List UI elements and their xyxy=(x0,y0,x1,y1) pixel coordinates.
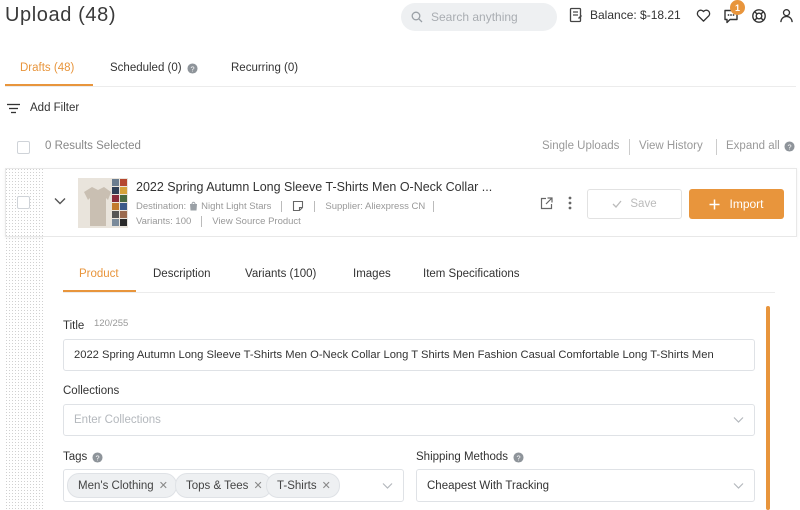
collections-select[interactable]: Enter Collections xyxy=(63,404,755,436)
expand-all-label: Expand all xyxy=(726,140,780,152)
add-filter-button[interactable]: Add Filter xyxy=(7,102,79,114)
title-input[interactable]: 2022 Spring Autumn Long Sleeve T-Shirts … xyxy=(63,339,755,371)
scrollbar-thumb[interactable] xyxy=(766,306,770,510)
divider xyxy=(629,139,630,155)
supplier-text: Supplier: Aliexpress CN xyxy=(325,200,426,212)
destination-store: Night Light Stars xyxy=(201,200,272,212)
note-icon[interactable] xyxy=(292,200,304,212)
more-options-icon[interactable] xyxy=(568,196,572,210)
filter-icon xyxy=(7,103,20,114)
svg-text:?: ? xyxy=(517,453,521,462)
close-icon[interactable]: ✕ xyxy=(322,479,331,492)
select-all-checkbox[interactable] xyxy=(17,141,30,154)
collections-label: Collections xyxy=(63,385,120,397)
title-char-count: 120/255 xyxy=(94,318,129,329)
external-link-icon[interactable] xyxy=(540,197,553,210)
user-icon[interactable] xyxy=(779,8,794,23)
svg-text:?: ? xyxy=(787,142,791,151)
svg-text:?: ? xyxy=(190,64,194,73)
shipping-label-row: Shipping Methods ? xyxy=(416,451,524,463)
help-icon[interactable]: ? xyxy=(513,451,524,463)
help-icon[interactable]: ? xyxy=(784,140,795,152)
tabs-divider xyxy=(5,86,796,87)
collections-placeholder: Enter Collections xyxy=(74,414,161,426)
view-history-link[interactable]: View History xyxy=(639,140,703,152)
product-checkbox[interactable] xyxy=(17,196,30,209)
shipping-method-value: Cheapest With Tracking xyxy=(427,479,550,492)
svg-text:?: ? xyxy=(96,453,100,462)
shopify-icon xyxy=(189,201,198,211)
tag-chip: T-Shirts ✕ xyxy=(266,473,340,498)
tab-recurring[interactable]: Recurring (0) xyxy=(231,62,298,74)
search-bar[interactable] xyxy=(401,3,557,31)
divider xyxy=(716,139,717,155)
expand-all-link[interactable]: Expand all ? xyxy=(726,140,795,152)
subtab-item-specifications[interactable]: Item Specifications xyxy=(423,268,520,280)
close-icon[interactable]: ✕ xyxy=(253,479,262,492)
balance-text: Balance: $-18.21 xyxy=(590,8,681,22)
search-icon xyxy=(411,11,423,23)
tab-scheduled[interactable]: Scheduled (0) ? xyxy=(110,62,198,74)
search-input[interactable] xyxy=(431,10,551,24)
help-icon[interactable]: ? xyxy=(187,62,198,74)
tab-drafts[interactable]: Drafts (48) xyxy=(20,62,74,74)
help-icon[interactable]: ? xyxy=(92,451,103,463)
page-title: Upload (48) xyxy=(5,4,117,26)
add-filter-label: Add Filter xyxy=(30,102,80,114)
tab-scheduled-label: Scheduled (0) xyxy=(110,62,182,74)
tag-chip: Tops & Tees ✕ xyxy=(175,473,272,498)
subtab-images[interactable]: Images xyxy=(353,268,391,280)
drag-strip xyxy=(5,168,43,510)
save-label: Save xyxy=(630,198,657,210)
product-thumbnail[interactable] xyxy=(78,178,128,228)
tags-label: Tags xyxy=(63,451,88,463)
product-meta-row-2: Variants: 100 View Source Product xyxy=(136,216,301,227)
support-icon[interactable] xyxy=(751,8,767,24)
chevron-down-icon xyxy=(382,482,393,489)
subtab-description[interactable]: Description xyxy=(153,268,211,280)
subtab-product[interactable]: Product xyxy=(79,268,119,280)
subtab-variants[interactable]: Variants (100) xyxy=(245,268,316,280)
title-label: Title xyxy=(63,320,85,332)
notification-badge: 1 xyxy=(730,0,745,15)
chevron-down-icon[interactable] xyxy=(54,197,66,205)
chevron-down-icon xyxy=(733,417,744,424)
tag-label: T-Shirts xyxy=(277,479,317,492)
tag-label: Men's Clothing xyxy=(78,479,154,492)
divider xyxy=(433,200,435,212)
product-title[interactable]: 2022 Spring Autumn Long Sleeve T-Shirts … xyxy=(136,180,492,194)
import-label: Import xyxy=(729,197,764,211)
heart-icon[interactable] xyxy=(696,8,711,23)
tag-label: Tops & Tees xyxy=(186,479,249,492)
divider xyxy=(201,216,203,227)
close-icon[interactable]: ✕ xyxy=(159,479,168,492)
divider xyxy=(314,200,316,212)
chevron-down-icon xyxy=(733,482,744,489)
tags-label-row: Tags ? xyxy=(63,451,103,463)
save-button[interactable]: Save xyxy=(587,189,682,219)
wallet-icon xyxy=(568,7,584,23)
results-selected-text: 0 Results Selected xyxy=(45,140,141,152)
shipping-methods-select[interactable]: Cheapest With Tracking xyxy=(416,469,755,502)
product-meta-row: Destination: Night Light Stars Supplier:… xyxy=(136,200,435,212)
tag-chip: Men's Clothing ✕ xyxy=(67,473,177,498)
check-icon xyxy=(612,200,622,208)
view-source-link[interactable]: View Source Product xyxy=(212,216,301,227)
plus-icon xyxy=(709,199,720,210)
shipping-methods-label: Shipping Methods xyxy=(416,451,509,463)
subtabs-divider xyxy=(63,292,775,293)
variants-count: Variants: 100 xyxy=(136,216,192,227)
destination-label: Destination: xyxy=(136,200,187,212)
import-button[interactable]: Import xyxy=(689,189,784,219)
divider xyxy=(281,200,283,212)
single-uploads-link[interactable]: Single Uploads xyxy=(542,140,619,152)
balance-display[interactable]: Balance: $-18.21 xyxy=(568,7,681,23)
